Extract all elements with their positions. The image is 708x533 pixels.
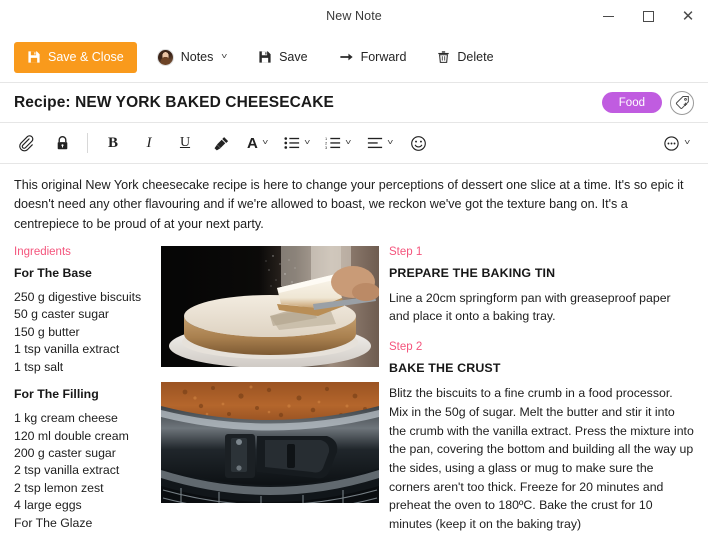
toolbar-divider xyxy=(87,133,88,153)
maximize-button[interactable] xyxy=(628,0,668,32)
numbered-list-button[interactable]: 1 2 3 ˅ xyxy=(322,129,354,157)
step-title: BAKE THE CRUST xyxy=(389,361,501,376)
numbered-list-icon: 1 2 3 xyxy=(325,136,341,150)
ingredient-item: 2 tsp vanilla extract xyxy=(14,463,120,478)
save-button[interactable]: Save xyxy=(247,42,319,73)
command-bar: Save & Close Notes ˅ Save Forward Delete xyxy=(0,32,708,82)
arrow-right-icon xyxy=(339,53,353,61)
svg-text:3: 3 xyxy=(325,145,327,150)
ingredient-item: 1 tsp vanilla extract xyxy=(14,342,120,357)
step-label: Step 1 xyxy=(389,245,423,258)
font-color-button[interactable]: A ˅ xyxy=(244,129,271,157)
note-columns: Ingredients For The Base 250 g digestive… xyxy=(14,245,694,533)
trash-icon xyxy=(438,51,450,63)
attach-file-button[interactable] xyxy=(13,129,39,157)
steps-column: Step 1 PREPARE THE BAKING TIN Line a 20c… xyxy=(389,246,694,533)
smiley-icon xyxy=(411,135,426,151)
ingredient-item: 2 tsp lemon zest xyxy=(14,480,104,495)
bullet-list-button[interactable]: ˅ xyxy=(281,129,313,157)
delete-button[interactable]: Delete xyxy=(426,42,504,73)
italic-button[interactable]: I xyxy=(136,129,162,157)
paperclip-icon xyxy=(18,134,33,151)
ingredient-item: 150 g butter xyxy=(14,324,80,339)
avatar xyxy=(156,48,174,66)
ingredient-group-heading: For The Filling xyxy=(14,387,99,402)
springform-tin-crust-photo xyxy=(161,381,379,503)
ingredient-item: 1 tsp salt xyxy=(14,359,64,374)
lock-icon xyxy=(57,136,67,150)
bullet-list-icon xyxy=(283,137,299,149)
bold-button[interactable]: B xyxy=(100,129,126,157)
note-intro-paragraph: This original New York cheesecake recipe… xyxy=(14,178,684,231)
underline-label: U xyxy=(179,135,191,150)
ingredient-group-gap xyxy=(14,376,161,387)
maximize-icon xyxy=(642,10,654,22)
chevron-down-icon: ˅ xyxy=(684,138,691,147)
formatting-toolbar: B I U A ˅ ˅ 1 2 3 ˅ ˅ ˅ xyxy=(0,122,708,164)
floppy-disk-icon xyxy=(28,51,40,63)
step-text: Line a 20cm springform pan with greasepr… xyxy=(389,290,671,324)
ingredient-item: 200 g caster sugar xyxy=(14,445,116,460)
ingredient-item: 50 g caster sugar xyxy=(14,307,110,322)
save-and-close-button[interactable]: Save & Close xyxy=(14,41,137,73)
ingredient-item: 120 ml double cream xyxy=(14,428,129,443)
step-label: Step 2 xyxy=(389,341,423,354)
chevron-down-icon: ˅ xyxy=(387,138,394,147)
chevron-down-icon: ˅ xyxy=(262,138,269,147)
underline-button[interactable]: U xyxy=(172,129,198,157)
tag-label: Food xyxy=(618,96,645,109)
save-and-close-label: Save & Close xyxy=(48,50,124,64)
bold-label: B xyxy=(107,134,118,151)
delete-label: Delete xyxy=(457,50,494,64)
window-title: New Note xyxy=(326,9,382,23)
emoji-button[interactable] xyxy=(406,129,432,157)
status-badge[interactable]: Food xyxy=(601,92,662,113)
minimize-icon xyxy=(602,15,614,17)
cheesecake-slice-photo xyxy=(161,245,379,367)
ingredient-group: For The Base 250 g digestive biscuits 50… xyxy=(14,266,161,376)
highlight-button[interactable] xyxy=(208,129,234,157)
floppy-disk-icon xyxy=(259,51,271,63)
more-options-button[interactable]: ˅ xyxy=(660,129,693,157)
italic-label: I xyxy=(146,134,152,151)
step-title: PREPARE THE BAKING TIN xyxy=(389,265,556,280)
paintbrush-icon xyxy=(214,136,228,150)
forward-button[interactable]: Forward xyxy=(328,42,418,73)
forward-label: Forward xyxy=(360,50,407,64)
ingredient-group: For The Filling 1 kg cream cheese 120 ml… xyxy=(14,387,161,533)
tag-plus-icon xyxy=(675,96,689,109)
minimize-button[interactable] xyxy=(588,0,628,32)
align-icon xyxy=(367,137,382,149)
ingredients-section-label: Ingredients xyxy=(14,245,71,258)
ingredient-group-heading: For The Base xyxy=(14,265,92,280)
close-icon: ✕ xyxy=(681,7,695,25)
ingredients-column: Ingredients For The Base 250 g digestive… xyxy=(14,246,161,533)
notes-label: Notes xyxy=(180,50,214,64)
ingredient-item: 250 g digestive biscuits xyxy=(14,289,142,304)
chevron-down-icon: ˅ xyxy=(345,138,352,147)
font-label: A xyxy=(247,134,258,152)
subject-row: Recipe: NEW YORK BAKED CHEESECAKE Food xyxy=(0,82,708,122)
notes-folder-button[interactable]: Notes ˅ xyxy=(146,42,238,73)
ingredient-item: 4 large eggs xyxy=(14,498,82,513)
ingredient-item: For The Glaze xyxy=(14,515,93,530)
note-body[interactable]: This original New York cheesecake recipe… xyxy=(0,164,708,533)
save-label: Save xyxy=(279,50,308,64)
chevron-down-icon: ˅ xyxy=(221,52,228,61)
step-block: Step 2 BAKE THE CRUST Blitz the biscuits… xyxy=(389,341,694,533)
close-button[interactable]: ✕ xyxy=(668,0,708,32)
chevron-down-icon: ˅ xyxy=(303,138,311,147)
ingredient-item: 1 kg cream cheese xyxy=(14,411,118,426)
title-bar: New Note ✕ xyxy=(0,0,708,32)
images-column xyxy=(161,245,389,533)
note-title-input[interactable]: Recipe: NEW YORK BAKED CHEESECAKE xyxy=(14,94,602,112)
step-text: Blitz the biscuits to a fine crumb in a … xyxy=(389,386,694,531)
lock-note-button[interactable] xyxy=(49,129,75,157)
window-controls: ✕ xyxy=(588,0,708,32)
add-tag-button[interactable] xyxy=(670,90,694,115)
align-button[interactable]: ˅ xyxy=(364,129,396,157)
step-block: Step 1 PREPARE THE BAKING TIN Line a 20c… xyxy=(389,246,694,326)
more-options-icon xyxy=(664,135,680,151)
